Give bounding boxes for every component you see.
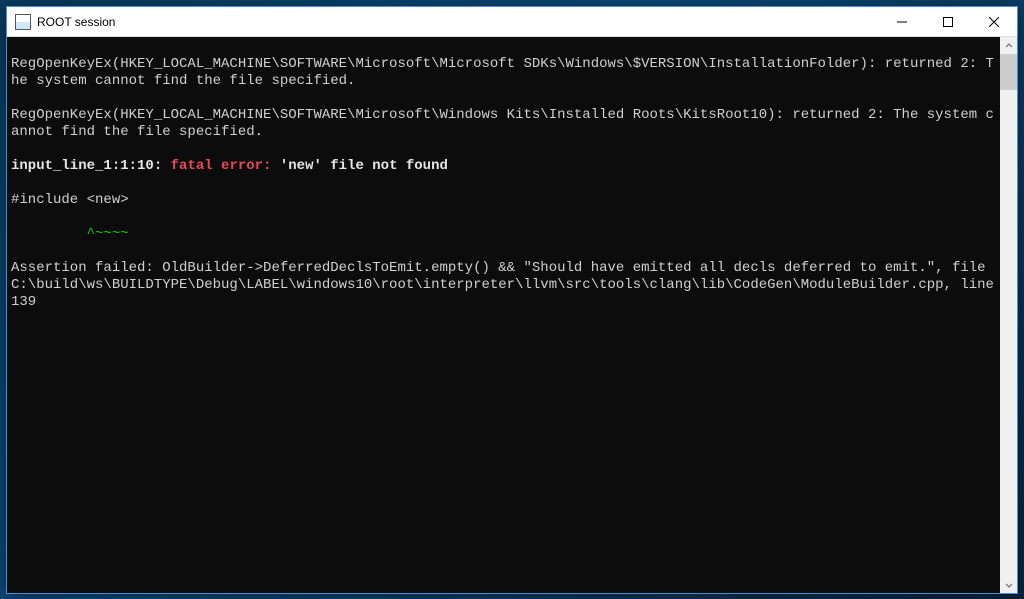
titlebar[interactable]: ROOT session — [7, 7, 1017, 37]
chevron-down-icon — [1005, 581, 1013, 589]
window-controls — [879, 7, 1017, 36]
error-location: input_line_1:1:10: — [11, 158, 171, 174]
app-icon — [15, 14, 31, 30]
close-icon — [989, 17, 999, 27]
console-content: RegOpenKeyEx(HKEY_LOCAL_MACHINE\SOFTWARE… — [11, 39, 999, 591]
scroll-up-button[interactable] — [1000, 37, 1017, 54]
scroll-thumb[interactable] — [1000, 54, 1017, 90]
scroll-down-button[interactable] — [1000, 576, 1017, 593]
app-window: ROOT session RegOpenKeyEx(HKEY_LOCAL_MAC… — [6, 6, 1018, 594]
scrollbar[interactable] — [1000, 37, 1017, 593]
caret-marker: ^~~~~ — [87, 226, 129, 242]
fatal-error-label: fatal error: — [171, 158, 280, 174]
console-line: RegOpenKeyEx(HKEY_LOCAL_MACHINE\SOFTWARE… — [11, 107, 999, 141]
error-message: 'new' file not found — [280, 158, 448, 174]
window-title: ROOT session — [37, 15, 115, 29]
minimize-button[interactable] — [879, 7, 925, 36]
minimize-icon — [897, 17, 907, 27]
console-line: RegOpenKeyEx(HKEY_LOCAL_MACHINE\SOFTWARE… — [11, 56, 999, 90]
chevron-up-icon — [1005, 42, 1013, 50]
console-line: Assertion failed: OldBuilder->DeferredDe… — [11, 260, 999, 311]
caret-pad — [11, 226, 87, 242]
console-area[interactable]: RegOpenKeyEx(HKEY_LOCAL_MACHINE\SOFTWARE… — [7, 37, 1017, 593]
scroll-track[interactable] — [1000, 54, 1017, 576]
console-caret-line: ^~~~~ — [11, 226, 999, 243]
console-line: input_line_1:1:10: fatal error: 'new' fi… — [11, 158, 999, 175]
maximize-icon — [943, 17, 953, 27]
titlebar-left: ROOT session — [7, 14, 115, 30]
close-button[interactable] — [971, 7, 1017, 36]
console-line: #include <new> — [11, 192, 999, 209]
maximize-button[interactable] — [925, 7, 971, 36]
